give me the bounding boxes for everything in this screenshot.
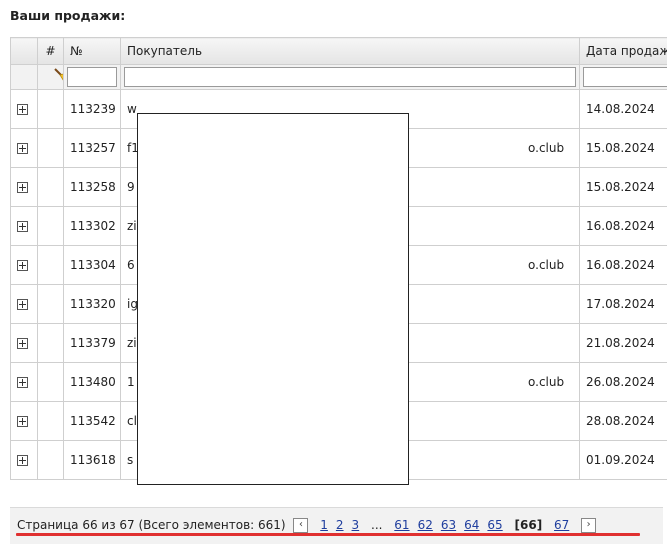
page-link[interactable]: 63 [441,518,456,532]
row-number: 113258 [63,167,121,207]
row-buyer-start: cl [127,414,137,428]
chevron-right-icon: › [586,519,591,530]
pager-current-page: [66] [514,518,543,532]
filter-buyer-cell [120,64,580,90]
row-hash-cell [37,440,64,480]
row-buyer-tail: o.club [528,258,565,272]
page-link[interactable]: 1 [320,518,328,532]
filter-row [10,64,667,90]
expand-plus-icon[interactable] [17,299,28,310]
row-number: 113618 [63,440,121,480]
row-expand-cell [10,401,38,441]
filter-clear-cell [37,64,64,90]
row-expand-cell [10,245,38,285]
row-number: 113239 [63,89,121,129]
expand-plus-icon[interactable] [17,416,28,427]
row-number: 113320 [63,284,121,324]
pager-summary: Страница 66 из 67 (Всего элементов: 661) [17,518,286,532]
row-date: 16.08.2024 [579,206,667,246]
filter-number-input[interactable] [67,67,117,87]
expand-plus-icon[interactable] [17,455,28,466]
filter-date-input[interactable] [583,67,667,87]
row-buyer-start: 1 [127,375,135,389]
row-hash-cell [37,362,64,402]
row-date: 16.08.2024 [579,245,667,285]
expand-plus-icon[interactable] [17,104,28,115]
expand-plus-icon[interactable] [17,260,28,271]
row-number: 113302 [63,206,121,246]
row-buyer-start: 9 [127,180,135,194]
page-link[interactable]: 62 [418,518,433,532]
pager-ellipsis: ... [371,518,383,532]
row-expand-cell [10,167,38,207]
highlight-underline [16,533,640,536]
filter-buyer-input[interactable] [124,67,576,87]
row-number: 113257 [63,128,121,168]
header-buyer[interactable]: Покупатель [120,37,580,65]
row-buyer-start: s [127,453,134,467]
row-number: 113542 [63,401,121,441]
expand-plus-icon[interactable] [17,182,28,193]
header-date[interactable]: Дата продаж [579,37,667,65]
clear-filter-broom-icon[interactable] [51,67,64,87]
expand-plus-icon[interactable] [17,338,28,349]
row-buyer-tail: o.club [528,375,565,389]
row-number: 113304 [63,245,121,285]
page-link[interactable]: 3 [352,518,360,532]
row-hash-cell [37,206,64,246]
row-hash-cell [37,284,64,324]
expand-plus-icon[interactable] [17,221,28,232]
row-expand-cell [10,284,38,324]
pager-content: Страница 66 из 67 (Всего элементов: 661)… [17,518,600,533]
row-hash-cell [37,401,64,441]
row-date: 17.08.2024 [579,284,667,324]
expand-plus-icon[interactable] [17,143,28,154]
row-date: 15.08.2024 [579,167,667,207]
row-number: 113379 [63,323,121,363]
page-link[interactable]: 65 [487,518,502,532]
row-hash-cell [37,245,64,285]
row-expand-cell [10,323,38,363]
row-buyer-tail: o.club [528,141,565,155]
row-number: 113480 [63,362,121,402]
redaction-box [137,113,409,485]
pager: Страница 66 из 67 (Всего элементов: 661)… [10,507,663,544]
row-date: 01.09.2024 [579,440,667,480]
row-hash-cell [37,89,64,129]
row-buyer-start: zi [127,336,137,350]
row-expand-cell [10,206,38,246]
row-hash-cell [37,128,64,168]
row-date: 15.08.2024 [579,128,667,168]
row-date: 21.08.2024 [579,323,667,363]
row-expand-cell [10,89,38,129]
row-expand-cell [10,128,38,168]
filter-expand-cell [10,64,38,90]
table-header-row: # № Покупатель Дата продаж [10,37,667,65]
chevron-left-icon: ‹ [298,519,303,530]
row-buyer-start: 6 [127,258,135,272]
page-link[interactable]: 2 [336,518,344,532]
header-expand [10,37,38,65]
header-hash[interactable]: # [37,37,64,65]
expand-plus-icon[interactable] [17,377,28,388]
next-page-button[interactable]: › [581,518,597,533]
filter-date-cell [579,64,667,90]
row-expand-cell [10,440,38,480]
row-hash-cell [37,167,64,207]
row-hash-cell [37,323,64,363]
row-buyer-start: w [127,102,137,116]
page-title: Ваши продажи: [10,8,126,23]
page-link[interactable]: 67 [554,518,569,532]
filter-number-cell [63,64,121,90]
page-link[interactable]: 64 [464,518,479,532]
row-date: 26.08.2024 [579,362,667,402]
page-link[interactable]: 61 [394,518,409,532]
prev-page-button[interactable]: ‹ [293,518,309,533]
row-expand-cell [10,362,38,402]
row-date: 28.08.2024 [579,401,667,441]
header-number[interactable]: № [63,37,121,65]
row-buyer-start: zi [127,219,137,233]
row-date: 14.08.2024 [579,89,667,129]
